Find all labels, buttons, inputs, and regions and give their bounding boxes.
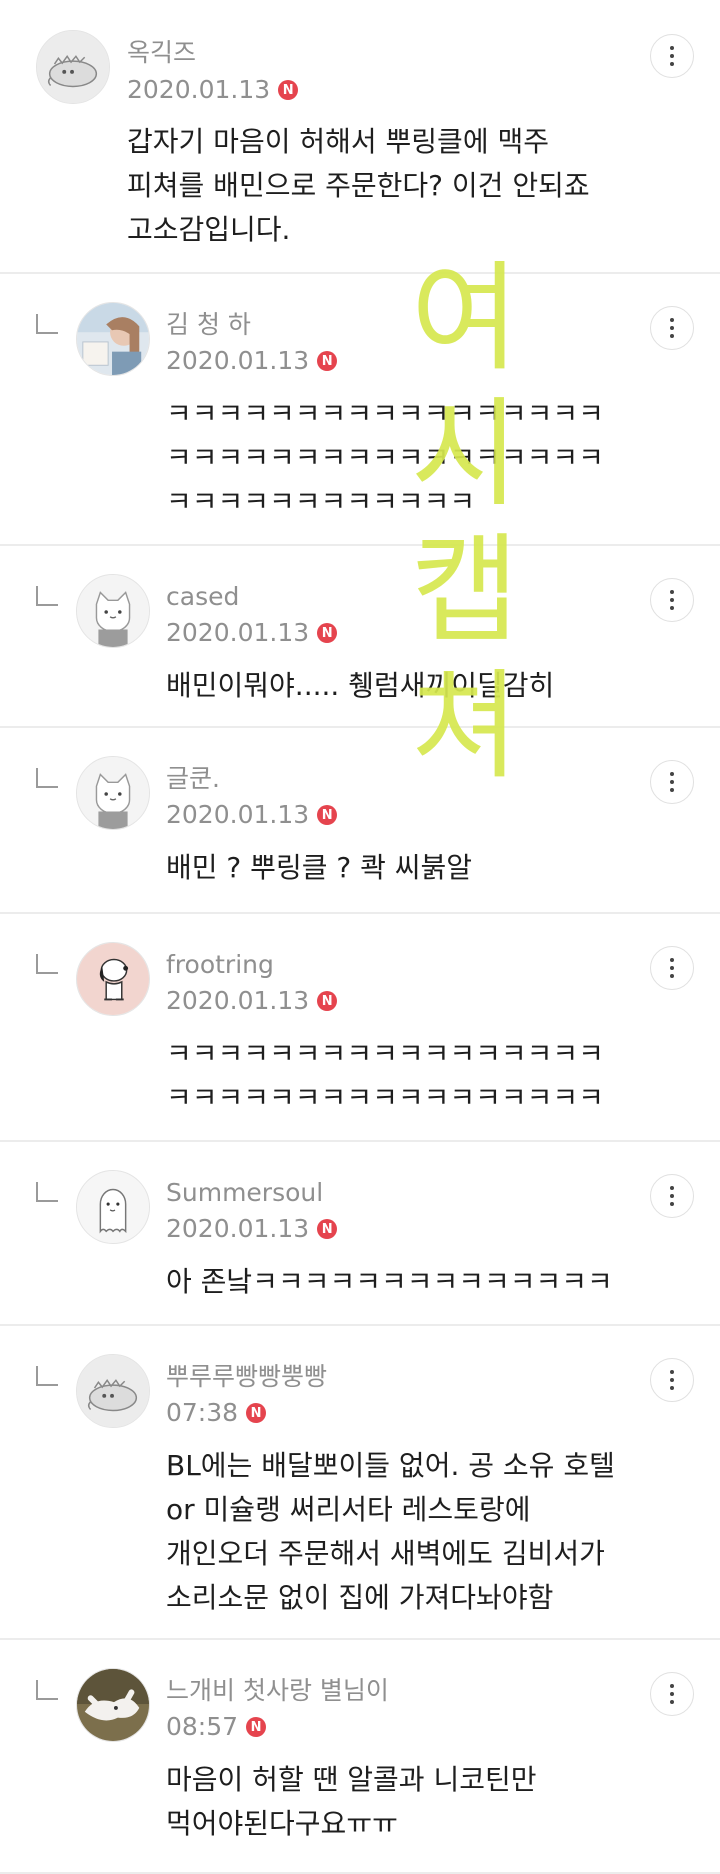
comment-date: 2020.01.13 (166, 800, 310, 829)
reply-comment: 글쿤. 2020.01.13 N 배민 ? 뿌링클 ? 콱 씨붉알 (0, 728, 720, 914)
more-vertical-icon (670, 1186, 674, 1190)
comment-body: 아 존낰ㅋㅋㅋㅋㅋㅋㅋㅋㅋㅋㅋㅋㅋㅋ (166, 1260, 613, 1304)
reply-arrow-icon (36, 1182, 58, 1202)
comment-author[interactable]: 김 청 하 (166, 310, 251, 340)
comment-date: 07:38 (166, 1398, 239, 1427)
comment-body: 배민 ? 뿌링클 ? 콱 씨붉알 (166, 846, 472, 890)
comment-body-line: 먹어야된다구요ㅠㅠ (166, 1807, 398, 1840)
reply-arrow-icon (36, 954, 58, 974)
new-badge-icon: N (317, 1219, 338, 1239)
comment-body-line: 소리소문 없이 집에 가져다놔야함 (166, 1581, 554, 1614)
comment-author[interactable]: frootring (166, 950, 274, 980)
more-options-button[interactable] (650, 760, 694, 804)
more-options-button[interactable] (650, 578, 694, 622)
comment-body-line: 배민이뭐야..... 췡럼새끼이딜감히 (166, 669, 555, 702)
comment-meta: 2020.01.13 N (166, 1214, 338, 1244)
comment-meta: 2020.01.13 N (127, 75, 299, 105)
cat-avatar[interactable] (76, 756, 150, 830)
more-options-button[interactable] (650, 1358, 694, 1402)
comment-meta: 2020.01.13 N (166, 800, 338, 830)
reply-comment: 뿌루루빵빵뿡빵 07:38 N BL에는 배달뽀이들 없어. 공 소유 호텔 or 미슐… (0, 1326, 720, 1640)
more-vertical-icon (670, 46, 674, 50)
comment-body: ㅋㅋㅋㅋㅋㅋㅋㅋㅋㅋㅋㅋㅋㅋㅋㅋㅋ ㅋㅋㅋㅋㅋㅋㅋㅋㅋㅋㅋㅋㅋㅋㅋㅋㅋ ㅋㅋㅋㅋㅋㅋ… (166, 392, 604, 524)
more-options-button[interactable] (650, 1672, 694, 1716)
more-vertical-icon (670, 318, 674, 322)
comment-author[interactable]: 글쿤. (166, 764, 220, 794)
comment-date: 2020.01.13 (166, 1214, 310, 1243)
comment-date: 2020.01.13 (166, 346, 310, 375)
comment-body: BL에는 배달뽀이들 없어. 공 소유 호텔 or 미슐랭 써리서타 레스토랑에개… (166, 1444, 615, 1620)
reply-arrow-icon (36, 1680, 58, 1700)
reply-comment: cased 2020.01.13 N 배민이뭐야..... 췡럼새끼이딜감히 (0, 546, 720, 728)
comment: 옥긱즈 2020.01.13 N 갑자기 마음이 허해서 뿌링클에 맥주피쳐를 배민으… (0, 0, 720, 274)
dinosaur-avatar[interactable] (36, 30, 110, 104)
comment-meta: 2020.01.13 N (166, 618, 338, 648)
more-options-button[interactable] (650, 946, 694, 990)
comment-body-line: 마음이 허할 땐 알콜과 니코틴만 (166, 1763, 537, 1796)
reply-arrow-icon (36, 314, 58, 334)
photo-avatar[interactable] (76, 302, 150, 376)
dinosaur-avatar[interactable] (76, 1354, 150, 1428)
comment-body: ㅋㅋㅋㅋㅋㅋㅋㅋㅋㅋㅋㅋㅋㅋㅋㅋㅋ ㅋㅋㅋㅋㅋㅋㅋㅋㅋㅋㅋㅋㅋㅋㅋㅋㅋ (166, 1032, 604, 1120)
more-vertical-icon (670, 958, 674, 962)
more-vertical-icon (670, 772, 674, 776)
comment-body: 배민이뭐야..... 췡럼새끼이딜감히 (166, 664, 554, 708)
comment-author[interactable]: cased (166, 582, 239, 612)
new-badge-icon: N (317, 991, 338, 1011)
new-badge-icon: N (246, 1403, 267, 1423)
comment-body-line: 개인오더 주문해서 새벽에도 김비서가 (166, 1537, 605, 1570)
comment-author[interactable]: 옥긱즈 (127, 38, 196, 68)
reply-arrow-icon (36, 768, 58, 788)
comment-meta: 2020.01.13 N (166, 986, 338, 1016)
comment-body-line: ㅋㅋㅋㅋㅋㅋㅋㅋㅋㅋㅋㅋ (166, 485, 476, 518)
reply-comment: Summersoul 2020.01.13 N 아 존낰ㅋㅋㅋㅋㅋㅋㅋㅋㅋㅋㅋㅋㅋㅋ (0, 1142, 720, 1326)
comment-author[interactable]: 느개비 첫사랑 별님이 (166, 1676, 389, 1706)
new-badge-icon: N (278, 80, 299, 100)
comment-body-line: 아 존낰ㅋㅋㅋㅋㅋㅋㅋㅋㅋㅋㅋㅋㅋㅋ (166, 1265, 613, 1298)
comment-date: 2020.01.13 (166, 618, 310, 647)
new-badge-icon: N (317, 351, 338, 371)
comment-author[interactable]: 뿌루루빵빵뿡빵 (166, 1362, 327, 1392)
reply-arrow-icon (36, 1366, 58, 1386)
comment-meta: 2020.01.13 N (166, 346, 338, 376)
comment-body: 마음이 허할 땐 알콜과 니코틴만먹어야된다구요ㅠㅠ (166, 1758, 536, 1846)
reply-comment: frootring 2020.01.13 N ㅋㅋㅋㅋㅋㅋㅋㅋㅋㅋㅋㅋㅋㅋㅋㅋㅋ ㅋㅋㅋ… (0, 914, 720, 1142)
more-options-button[interactable] (650, 1174, 694, 1218)
comment-body-line: ㅋㅋㅋㅋㅋㅋㅋㅋㅋㅋㅋㅋㅋㅋㅋㅋㅋ (166, 397, 604, 430)
comment-body-line: 피쳐를 배민으로 주문한다? 이건 안되죠 (127, 169, 590, 202)
comment-body-line: ㅋㅋㅋㅋㅋㅋㅋㅋㅋㅋㅋㅋㅋㅋㅋㅋㅋ (166, 1037, 604, 1070)
new-badge-icon: N (317, 805, 338, 825)
reply-comment: 느개비 첫사랑 별님이 08:57 N 마음이 허할 땐 알콜과 니코틴만먹어야된다구… (0, 1640, 720, 1874)
more-vertical-icon (670, 1684, 674, 1688)
comment-date: 08:57 (166, 1712, 239, 1741)
comment-body: 갑자기 마음이 허해서 뿌링클에 맥주피쳐를 배민으로 주문한다? 이건 안되죠… (127, 120, 590, 252)
comment-body-line: ㅋㅋㅋㅋㅋㅋㅋㅋㅋㅋㅋㅋㅋㅋㅋㅋㅋ (166, 441, 604, 474)
comment-body-line: 고소감입니다. (127, 213, 291, 246)
comment-date: 2020.01.13 (127, 75, 271, 104)
more-options-button[interactable] (650, 306, 694, 350)
ghost-avatar[interactable] (76, 1170, 150, 1244)
reply-comment: 김 청 하 2020.01.13 N ㅋㅋㅋㅋㅋㅋㅋㅋㅋㅋㅋㅋㅋㅋㅋㅋㅋ ㅋㅋㅋㅋㅋㅋㅋ… (0, 274, 720, 546)
snoopy-avatar[interactable] (76, 942, 150, 1016)
new-badge-icon: N (317, 623, 338, 643)
comment-body-line: 갑자기 마음이 허해서 뿌링클에 맥주 (127, 125, 550, 158)
comment-meta: 08:57 N (166, 1712, 267, 1742)
comment-body-line: BL에는 배달뽀이들 없어. 공 소유 호텔 (166, 1449, 615, 1482)
more-options-button[interactable] (650, 34, 694, 78)
comment-body-line: or 미슐랭 써리서타 레스토랑에 (166, 1493, 531, 1526)
comment-body-line: ㅋㅋㅋㅋㅋㅋㅋㅋㅋㅋㅋㅋㅋㅋㅋㅋㅋ (166, 1081, 604, 1114)
dog-photo-avatar[interactable] (76, 1668, 150, 1742)
reply-arrow-icon (36, 586, 58, 606)
more-vertical-icon (670, 1370, 674, 1374)
comment-author[interactable]: Summersoul (166, 1178, 323, 1208)
comment-date: 2020.01.13 (166, 986, 310, 1015)
comment-meta: 07:38 N (166, 1398, 267, 1428)
comment-body-line: 배민 ? 뿌링클 ? 콱 씨붉알 (166, 851, 473, 884)
cat-avatar[interactable] (76, 574, 150, 648)
new-badge-icon: N (246, 1717, 267, 1737)
more-vertical-icon (670, 590, 674, 594)
